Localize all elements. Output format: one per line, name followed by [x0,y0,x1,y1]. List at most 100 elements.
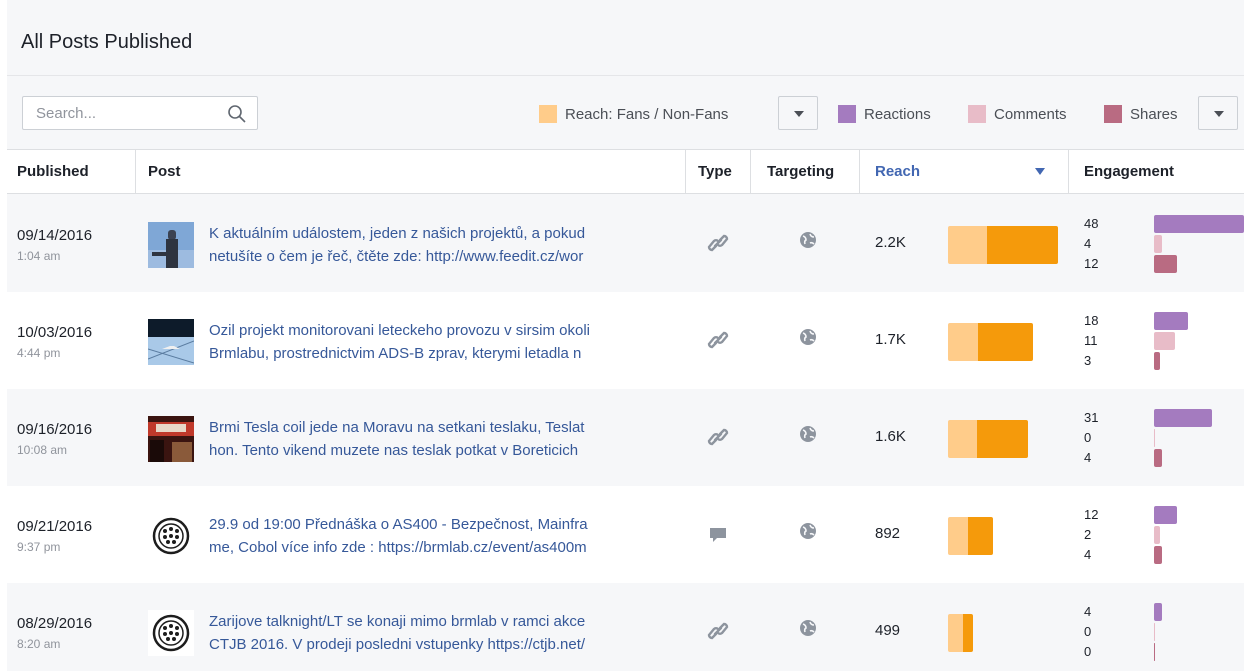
column-divider [859,150,860,194]
comments-count: 0 [1084,624,1092,639]
table-row[interactable]: 09/21/2016 9:37 pm 29.9 od 19:00 Přednáška… [7,486,1244,583]
post-link[interactable]: 29.9 od 19:00 Přednáška o AS400 - Bezpeč… [209,513,679,561]
table-row[interactable]: 08/29/2016 8:20 am Zarijove talknight/LT s… [7,583,1244,671]
reach-value: 499 [875,622,901,639]
shares-bar[interactable] [1154,352,1160,370]
post-thumbnail[interactable] [148,319,194,365]
comments-count: 11 [1084,333,1098,348]
reach-bar[interactable] [948,420,1028,458]
comments-count: 4 [1084,236,1092,251]
published-date: 09/21/2016 [17,518,93,535]
table-row[interactable]: 10/03/2016 4:44 pm Ozil projekt monitorova… [7,292,1244,389]
published-time: 8:20 am [17,637,61,651]
legend-comments-label: Comments [994,105,1067,123]
reach-value: 2.2K [875,234,906,251]
globe-icon [799,328,817,346]
link-icon [707,425,729,449]
reach-bar-non-fans [963,614,973,652]
post-link[interactable]: K aktuálním událostem, jeden z našich pr… [209,222,679,270]
table-header: Published Post Type Targeting Reach Enga… [7,150,1244,194]
chevron-down-icon [794,111,804,117]
legend-comments-swatch [968,105,986,123]
reactions-bar[interactable] [1154,215,1244,233]
reactions-count: 4 [1084,604,1092,619]
post-thumbnail[interactable] [148,222,194,268]
shares-count: 4 [1084,547,1092,562]
post-thumbnail[interactable] [148,416,194,462]
post-link[interactable]: Ozil projekt monitorovani leteckeho prov… [209,319,679,367]
post-link[interactable]: Brmi Tesla coil jede na Moravu na setkan… [209,416,679,464]
chevron-down-icon [1214,111,1224,117]
column-engagement[interactable]: Engagement [1074,150,1174,194]
globe-icon [799,231,817,249]
comments-count: 0 [1084,430,1092,445]
reactions-bar[interactable] [1154,506,1177,524]
comments-bar[interactable] [1154,623,1155,641]
reach-bar[interactable] [948,226,1058,264]
comments-bar[interactable] [1154,429,1155,447]
reach-dropdown-button[interactable] [778,96,818,130]
reach-bar-non-fans [987,226,1058,264]
column-reach[interactable]: Reach [865,150,920,194]
legend-shares-swatch [1104,105,1122,123]
legend-reach-label: Reach: Fans / Non-Fans [565,105,729,123]
published-time: 10:08 am [17,443,68,457]
shares-count: 3 [1084,353,1092,368]
post-text-line[interactable]: Zarijove talknight/LT se konaji mimo brm… [209,610,679,633]
link-icon [707,619,729,643]
reach-bar[interactable] [948,323,1033,361]
published-time: 9:37 pm [17,540,61,554]
shares-bar[interactable] [1154,449,1162,467]
post-thumbnail[interactable] [148,610,194,656]
post-link[interactable]: Zarijove talknight/LT se konaji mimo brm… [209,610,679,658]
reach-value: 892 [875,525,901,542]
legend-reactions-swatch [838,105,856,123]
column-published[interactable]: Published [7,150,89,194]
post-text-line[interactable]: CTJB 2016. V prodeji posledni vstupenky … [209,633,679,656]
search-box[interactable] [22,96,258,130]
sort-descending-icon[interactable] [1035,168,1045,175]
shares-bar[interactable] [1154,546,1162,564]
reach-bar-fans [948,323,978,361]
post-thumbnail[interactable] [148,513,194,559]
published-date: 09/16/2016 [17,421,93,438]
reach-value: 1.7K [875,331,906,348]
shares-bar[interactable] [1154,643,1155,661]
post-text-line[interactable]: me, Cobol více info zde : https://brmlab… [209,536,679,559]
column-type[interactable]: Type [688,150,732,194]
comments-bar[interactable] [1154,526,1160,544]
published-date: 08/29/2016 [17,615,93,632]
post-text-line[interactable]: Ozil projekt monitorovani leteckeho prov… [209,319,679,342]
comment-icon [707,522,729,546]
column-divider [750,150,751,194]
shares-bar[interactable] [1154,255,1177,273]
engagement-dropdown-button[interactable] [1198,96,1238,130]
column-targeting[interactable]: Targeting [757,150,834,194]
post-text-line[interactable]: Brmlabu, prostrednictvim ADS-B zprav, kt… [209,342,679,365]
post-text-line[interactable]: K aktuálním událostem, jeden z našich pr… [209,222,679,245]
toolbar: Reach: Fans / Non-Fans Reactions Comment… [7,76,1244,150]
legend-shares: Shares [1104,105,1178,123]
post-text-line[interactable]: Brmi Tesla coil jede na Moravu na setkan… [209,416,679,439]
table-row[interactable]: 09/16/2016 10:08 am Brmi Tesla coil jede n… [7,389,1244,486]
reach-bar[interactable] [948,614,973,652]
comments-bar[interactable] [1154,235,1162,253]
post-text-line[interactable]: hon. Tento vikend muzete nas teslak potk… [209,439,679,462]
table-row[interactable]: 09/14/2016 1:04 am K aktuálním událostem, … [7,195,1244,292]
post-text-line[interactable]: netušíte o čem je řeč, čtěte zde: http:/… [209,245,679,268]
reach-bar[interactable] [948,517,993,555]
globe-icon [799,619,817,637]
reactions-bar[interactable] [1154,603,1162,621]
globe-icon [799,425,817,443]
link-icon [707,328,729,352]
reactions-bar[interactable] [1154,409,1212,427]
legend-reach: Reach: Fans / Non-Fans [539,105,728,123]
search-icon[interactable] [227,104,247,124]
reactions-bar[interactable] [1154,312,1188,330]
reactions-count: 48 [1084,216,1099,231]
comments-bar[interactable] [1154,332,1175,350]
shares-count: 4 [1084,450,1092,465]
post-text-line[interactable]: 29.9 od 19:00 Přednáška o AS400 - Bezpeč… [209,513,679,536]
search-input[interactable] [23,97,223,129]
column-post[interactable]: Post [138,150,181,194]
